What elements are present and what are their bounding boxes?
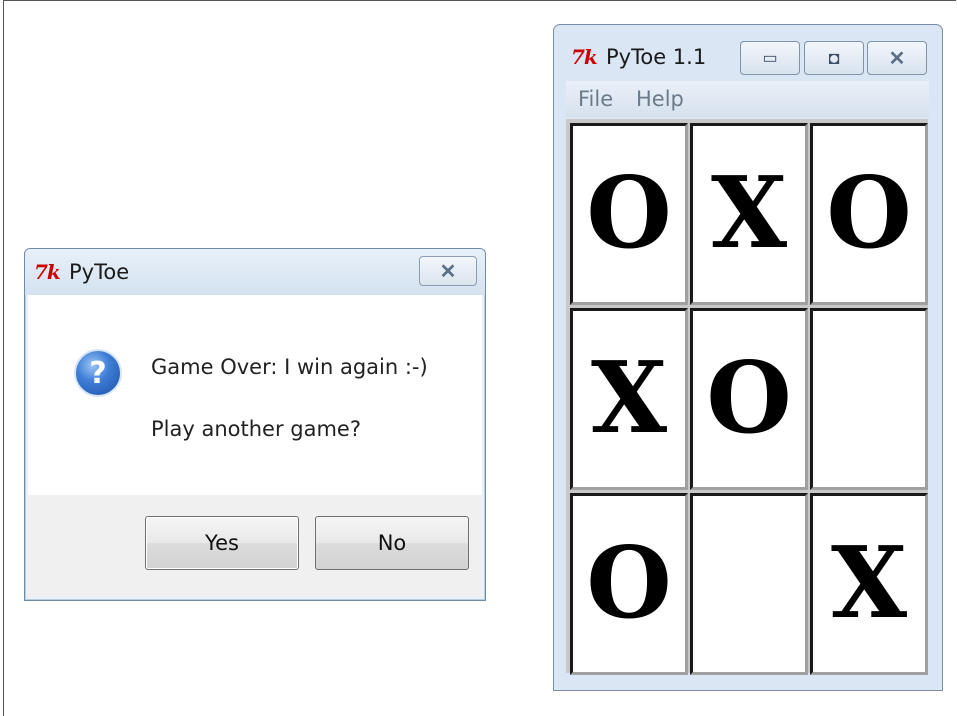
game-titlebar[interactable]: 7k PyToe 1.1 ▭ ◘ ✕ — [554, 25, 942, 81]
maximize-icon: ◘ — [828, 47, 840, 68]
dialog-title: PyToe — [69, 260, 130, 284]
board-cell-r3c2[interactable] — [690, 493, 808, 675]
game-board: O X O X O O X — [566, 119, 928, 675]
game-close-button[interactable]: ✕ — [867, 41, 927, 75]
board-cell-r3c3[interactable]: X — [810, 493, 928, 675]
close-icon: ✕ — [888, 47, 906, 70]
dialog-message-line1: Game Over: I win again :-) — [151, 355, 428, 379]
board-cell-r1c3[interactable]: O — [810, 123, 928, 305]
board-cell-r2c3[interactable] — [810, 308, 928, 490]
board-cell-r1c2[interactable]: X — [690, 123, 808, 305]
minimize-button[interactable]: ▭ — [740, 41, 800, 75]
dialog-close-button[interactable]: ✕ — [419, 256, 477, 286]
game-title: PyToe 1.1 — [606, 45, 707, 69]
menu-help[interactable]: Help — [636, 87, 684, 111]
no-button[interactable]: No — [315, 516, 469, 570]
board-cell-r2c1[interactable]: X — [570, 308, 688, 490]
board-cell-r2c2[interactable]: O — [690, 308, 808, 490]
menu-file[interactable]: File — [578, 87, 613, 111]
dialog-footer: Yes No — [28, 495, 482, 597]
dialog-body: ? Game Over: I win again :-) Play anothe… — [28, 295, 482, 495]
yes-button[interactable]: Yes — [145, 516, 299, 570]
dialog-message-line2: Play another game? — [151, 417, 361, 441]
menu-bar: File Help — [566, 81, 929, 117]
game-window: 7k PyToe 1.1 ▭ ◘ ✕ File Help O X O X O O… — [553, 24, 943, 691]
dialog-titlebar[interactable]: 7k PyToe ✕ — [25, 249, 485, 295]
maximize-button[interactable]: ◘ — [804, 41, 864, 75]
close-icon: ✕ — [439, 260, 457, 283]
tk-logo-icon: 7k — [34, 260, 61, 284]
message-dialog: 7k PyToe ✕ ? Game Over: I win again :-) … — [24, 248, 486, 601]
board-cell-r1c1[interactable]: O — [570, 123, 688, 305]
question-icon: ? — [74, 349, 122, 397]
board-cell-r3c1[interactable]: O — [570, 493, 688, 675]
minimize-icon: ▭ — [762, 50, 778, 67]
tk-logo-icon: 7k — [571, 45, 598, 69]
question-icon-glyph: ? — [89, 355, 107, 391]
